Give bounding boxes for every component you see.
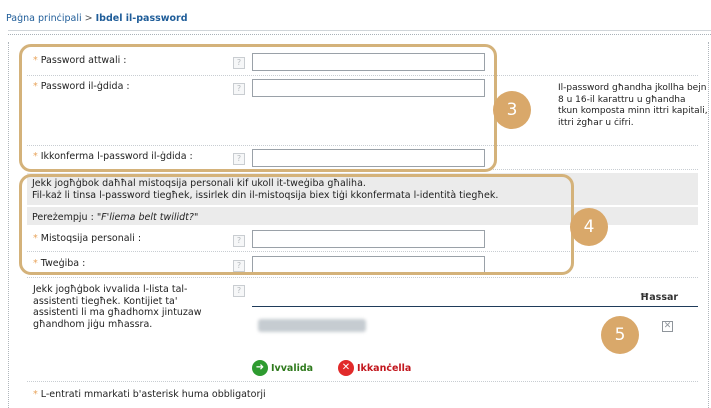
- callout-box-personal-question: [19, 174, 574, 275]
- required-footnote: * L-entrati mmarkati b'asterisk huma obbl…: [33, 389, 266, 400]
- form-border-left: [8, 42, 9, 408]
- cancel-label: Ikkanċella: [357, 362, 412, 374]
- breadcrumb: Paġna prinċipali > Ibdel il-password: [6, 13, 188, 24]
- form-border-right: [708, 42, 709, 408]
- callout-box-password: [19, 44, 497, 172]
- validate-label: Ivvalida: [271, 362, 314, 374]
- assistants-table-divider: [252, 306, 698, 307]
- remove-assistant-checkbox[interactable]: ✕: [662, 321, 673, 332]
- remove-column-header: Ħassar: [640, 292, 679, 303]
- password-hint: Il-password għandha jkollha bejn 8 u 16-…: [558, 83, 708, 128]
- assistant-name-redacted: [258, 319, 366, 332]
- callout-badge-3: 3: [493, 91, 531, 129]
- close-icon: ✕: [338, 360, 354, 376]
- assistants-help-icon[interactable]: ?: [233, 285, 245, 297]
- required-mark: *: [33, 389, 38, 400]
- breadcrumb-home-link[interactable]: Paġna prinċipali: [6, 13, 82, 24]
- header-dotted-divider: [8, 34, 711, 35]
- validate-button[interactable]: ➜ Ivvalida: [252, 360, 313, 376]
- assistants-info: Jekk jogħġbok ivvalida l-lista tal-assis…: [33, 284, 202, 330]
- arrow-right-icon: ➜: [252, 360, 268, 376]
- breadcrumb-current: Ibdel il-password: [95, 13, 188, 24]
- header-divider: [8, 30, 711, 31]
- footnote-divider: [27, 381, 698, 382]
- cancel-button[interactable]: ✕ Ikkanċella: [338, 360, 411, 376]
- breadcrumb-separator: >: [84, 13, 93, 24]
- callout-badge-4: 4: [570, 208, 608, 246]
- callout-badge-5: 5: [601, 316, 639, 354]
